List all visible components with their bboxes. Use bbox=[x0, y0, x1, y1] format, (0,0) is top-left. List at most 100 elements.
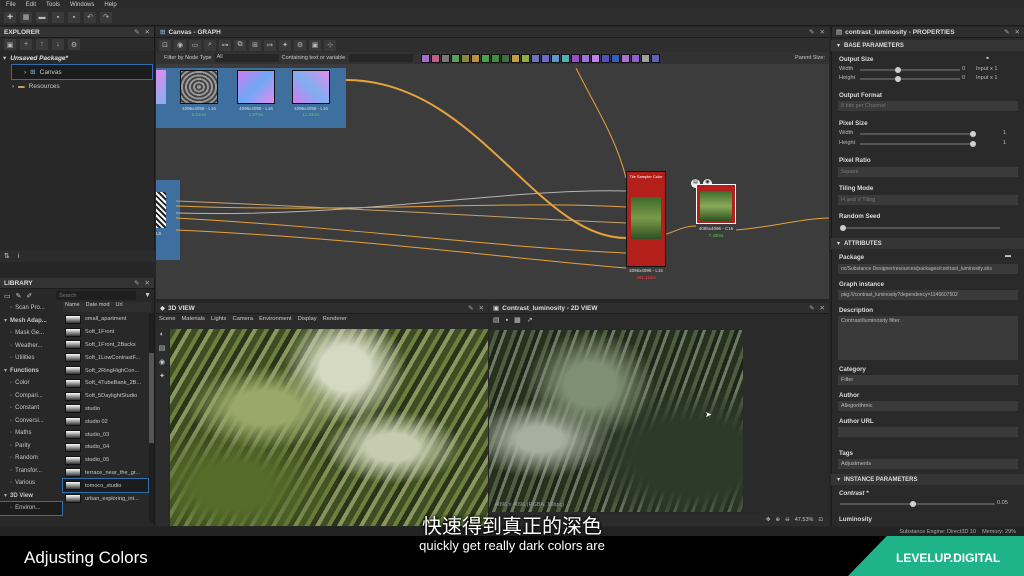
crop-icon[interactable]: ▣ bbox=[309, 39, 321, 51]
tree-resources[interactable]: › ▬ Resources bbox=[0, 79, 154, 93]
pixel-ratio-select[interactable]: Square bbox=[838, 167, 1018, 177]
filter-select[interactable]: All bbox=[214, 54, 279, 62]
category-field[interactable]: Filter bbox=[838, 375, 1018, 385]
node-palette-swatch[interactable] bbox=[640, 53, 650, 63]
save-icon[interactable]: ▪ bbox=[52, 11, 64, 23]
filter-icon[interactable]: ▼ bbox=[144, 292, 151, 299]
library-item[interactable]: Soft_5DaylightStudio bbox=[63, 390, 148, 403]
new-graph-icon[interactable]: ▦ bbox=[20, 11, 32, 23]
close-icon[interactable]: ✕ bbox=[145, 279, 150, 287]
package-field[interactable]: nc/Substance Designer/resources/packages… bbox=[838, 264, 1018, 274]
link-icon[interactable]: ⚙ bbox=[68, 39, 80, 50]
link-icon[interactable]: ⚭ bbox=[985, 55, 990, 62]
tile-sampler-node[interactable]: Tile Sampler Color bbox=[626, 171, 666, 267]
menu-scene[interactable]: Scene bbox=[159, 316, 175, 322]
contrast-slider[interactable] bbox=[840, 501, 995, 507]
tool-icon[interactable]: ✦ bbox=[159, 372, 165, 380]
undo-icon[interactable]: ↶ bbox=[84, 11, 96, 23]
graph-canvas[interactable]: 4096x4096 - L16 6.61ms 4096x4096 - L16 1… bbox=[156, 68, 829, 299]
library-item[interactable]: studio_03 bbox=[63, 428, 148, 441]
menu-lights[interactable]: Lights bbox=[211, 316, 226, 322]
node-palette-swatch[interactable] bbox=[460, 53, 470, 63]
sort-icon[interactable]: ⇅ bbox=[4, 252, 10, 260]
pin-icon[interactable]: ✎ bbox=[468, 304, 473, 312]
library-item[interactable]: studio 02 bbox=[63, 415, 148, 428]
menu-camera[interactable]: Camera bbox=[232, 316, 253, 322]
export-icon[interactable]: ↗ bbox=[527, 316, 533, 324]
height-mode[interactable]: Input x 1 bbox=[976, 75, 997, 81]
node-palette-swatch[interactable] bbox=[610, 53, 620, 63]
menu-materials[interactable]: Materials bbox=[181, 316, 205, 322]
menu-renderer[interactable]: Renderer bbox=[323, 316, 347, 322]
wand-icon[interactable]: ✦ bbox=[279, 39, 291, 51]
folder-icon[interactable]: ▭ bbox=[4, 292, 11, 300]
library-category[interactable]: ◦ Color bbox=[0, 377, 62, 390]
node-palette-swatch[interactable] bbox=[600, 53, 610, 63]
library-item[interactable]: terrace_near_the_gr... bbox=[63, 467, 148, 480]
save-all-icon[interactable]: ▪ bbox=[68, 11, 80, 23]
section-base-parameters[interactable]: ▾ BASE PARAMETERS bbox=[831, 40, 1024, 51]
up-icon[interactable]: ↑ bbox=[36, 39, 48, 50]
menu-display[interactable]: Display bbox=[298, 316, 317, 322]
node-palette-swatch[interactable] bbox=[580, 53, 590, 63]
node-palette-swatch[interactable] bbox=[480, 53, 490, 63]
close-icon[interactable]: ✕ bbox=[479, 304, 484, 312]
library-scrollbar[interactable] bbox=[149, 313, 154, 523]
tool-icon[interactable]: ◉ bbox=[159, 358, 165, 366]
align-icon[interactable]: ⊶ bbox=[219, 39, 231, 51]
col-url[interactable]: Url bbox=[116, 302, 123, 312]
node-palette-swatch[interactable] bbox=[550, 53, 560, 63]
library-category[interactable]: ◦ Various bbox=[0, 477, 62, 490]
info-icon[interactable]: i bbox=[18, 253, 20, 260]
node-palette-swatch[interactable] bbox=[560, 53, 570, 63]
copy-icon[interactable]: ▤ bbox=[493, 316, 500, 324]
containing-input[interactable] bbox=[348, 54, 413, 62]
random-seed-slider[interactable] bbox=[840, 225, 1000, 231]
library-category[interactable]: ◦ Conversi... bbox=[0, 415, 62, 428]
library-category[interactable]: ◦ Utilities bbox=[0, 352, 62, 365]
library-category[interactable]: ◦ Transfor... bbox=[0, 465, 62, 478]
library-item[interactable]: Soft_2RingHighCon... bbox=[63, 364, 148, 377]
library-item[interactable]: urban_exploring_int... bbox=[63, 492, 148, 505]
menu-tools[interactable]: Tools bbox=[46, 2, 60, 8]
library-category[interactable]: ◦ Constant bbox=[0, 402, 62, 415]
library-search-input[interactable]: Search bbox=[56, 291, 137, 300]
library-category[interactable]: ◦ Parity bbox=[0, 440, 62, 453]
description-field[interactable]: Contrast/luminosity filter. bbox=[838, 316, 1018, 360]
node-palette-swatch[interactable] bbox=[430, 53, 440, 63]
author-url-field[interactable] bbox=[838, 427, 1018, 437]
pin-icon[interactable]: ✎ bbox=[134, 279, 139, 287]
node-palette-swatch[interactable] bbox=[540, 53, 550, 63]
col-name[interactable]: Name bbox=[65, 302, 80, 312]
folder-icon[interactable]: ▬ bbox=[1005, 253, 1011, 259]
camera-icon[interactable]: ◉ bbox=[174, 39, 186, 51]
node-palette-swatch[interactable] bbox=[530, 53, 540, 63]
down-icon[interactable]: ↓ bbox=[52, 39, 64, 50]
contrast-luminosity-node[interactable] bbox=[696, 184, 736, 224]
redo-icon[interactable]: ↷ bbox=[100, 11, 112, 23]
node-palette-swatch[interactable] bbox=[510, 53, 520, 63]
node-palette-swatch[interactable] bbox=[420, 53, 430, 63]
library-item[interactable]: studio_05 bbox=[63, 454, 148, 467]
height-slider[interactable] bbox=[860, 76, 960, 82]
display-icon[interactable]: ▭ bbox=[189, 39, 201, 51]
menu-edit[interactable]: Edit bbox=[26, 2, 36, 8]
grid-icon[interactable]: ⊞ bbox=[249, 39, 261, 51]
col-date[interactable]: Date mod bbox=[86, 302, 110, 312]
pin-icon[interactable]: ✎ bbox=[809, 28, 814, 36]
width-slider[interactable] bbox=[860, 67, 960, 73]
library-item[interactable]: tomoco_studio bbox=[62, 478, 149, 494]
tags-field[interactable]: Adjustments bbox=[838, 459, 1018, 469]
tool-icon[interactable]: ⚙ bbox=[294, 39, 306, 51]
arrow-icon[interactable]: ↦ bbox=[264, 39, 276, 51]
tool-icon[interactable]: ▤ bbox=[159, 344, 166, 352]
graph-node[interactable] bbox=[180, 70, 218, 104]
node-palette-swatch[interactable] bbox=[630, 53, 640, 63]
node-palette-swatch[interactable] bbox=[500, 53, 510, 63]
tool-icon[interactable]: ◐ bbox=[160, 331, 164, 338]
node-palette-swatch[interactable] bbox=[590, 53, 600, 63]
package-icon[interactable]: ▣ bbox=[4, 39, 16, 50]
output-format-select[interactable]: 8 bits per Channel bbox=[838, 101, 1018, 111]
node-palette-swatch[interactable] bbox=[470, 53, 480, 63]
graph-node[interactable] bbox=[292, 70, 330, 104]
